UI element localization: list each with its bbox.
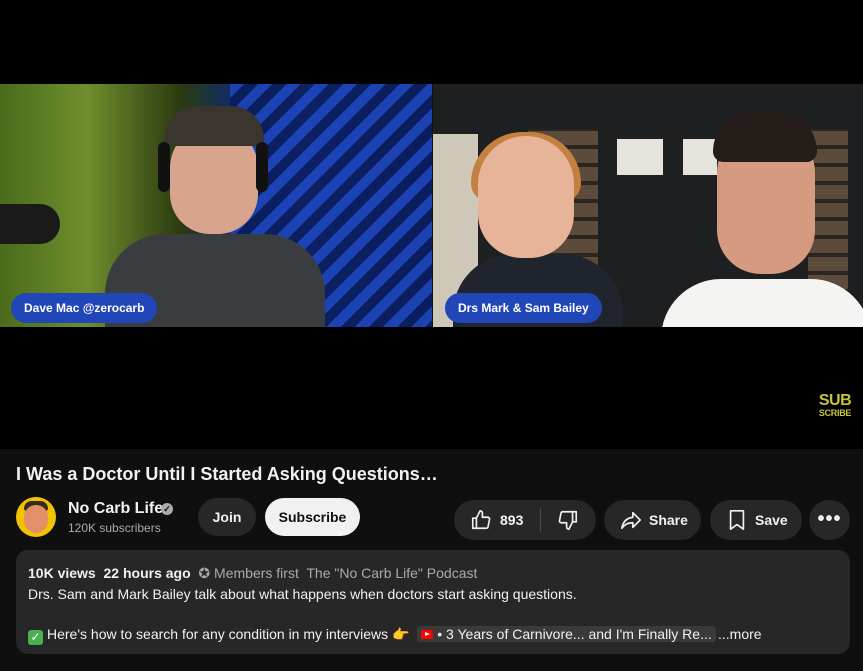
description-text-line2: ✓ Here's how to search for any condition …	[28, 626, 716, 645]
headphone-right	[256, 142, 268, 192]
wall-frame	[617, 139, 663, 175]
like-count: 893	[500, 512, 524, 528]
watermark-line1: SUB	[818, 392, 852, 409]
description-text: Drs. Sam and Mark Bailey talk about what…	[28, 586, 577, 602]
headphone-left	[158, 142, 170, 192]
video-pane-left: Dave Mac @zerocarb	[0, 84, 432, 327]
video-player[interactable]: Dave Mac @zerocarb Drs Mark & Sam Bailey…	[0, 0, 863, 449]
avatar-face	[24, 505, 48, 533]
thumbs-up-icon	[471, 510, 491, 530]
name-tag-right: Drs Mark & Sam Bailey	[445, 293, 602, 323]
save-button[interactable]: Save	[710, 500, 802, 540]
like-button[interactable]: 893	[454, 500, 540, 540]
like-dislike-group: 893	[454, 500, 596, 540]
bookmark-icon	[729, 510, 745, 530]
playlist-link[interactable]: The "No Carb Life" Podcast	[306, 565, 477, 581]
microphone	[0, 204, 60, 244]
verified-icon: ✓	[161, 503, 173, 515]
join-button[interactable]: Join	[198, 498, 256, 536]
youtube-icon	[421, 630, 434, 639]
video-title: I Was a Doctor Until I Started Asking Qu…	[16, 464, 438, 484]
description-search-tip: Here's how to search for any condition i…	[47, 626, 410, 642]
dislike-button[interactable]	[541, 500, 596, 540]
thumbs-down-icon	[558, 510, 578, 530]
view-count: 10K views	[28, 565, 96, 581]
video-pane-right: Drs Mark & Sam Bailey	[433, 84, 863, 327]
person-hat	[164, 106, 264, 146]
save-label: Save	[755, 512, 788, 528]
person-head	[478, 136, 574, 258]
linked-video-chip[interactable]: • 3 Years of Carnivore... and I'm Finall…	[417, 626, 716, 642]
share-label: Share	[649, 512, 688, 528]
person-hair	[713, 112, 817, 162]
share-button[interactable]: Share	[604, 500, 701, 540]
channel-avatar[interactable]	[16, 497, 56, 537]
person-body	[661, 279, 863, 327]
subscribe-button[interactable]: Subscribe	[265, 498, 360, 536]
members-first-badge: ✪ Members first	[198, 565, 299, 581]
watermark-line2: SCRIBE	[818, 408, 852, 418]
description-box[interactable]: 10K views 22 hours ago ✪ Members first T…	[16, 550, 850, 654]
more-horizontal-icon: •••	[817, 508, 842, 530]
video-frame[interactable]: Dave Mac @zerocarb Drs Mark & Sam Bailey	[0, 84, 863, 327]
show-more-link[interactable]: ...more	[718, 626, 762, 642]
checkmark-icon: ✓	[28, 630, 43, 645]
share-icon	[621, 511, 641, 530]
name-tag-left: Dave Mac @zerocarb	[11, 293, 158, 323]
more-actions-button[interactable]: •••	[809, 500, 850, 540]
channel-name[interactable]: No Carb Life	[68, 500, 163, 518]
subscribe-watermark[interactable]: SUB SCRIBE	[817, 393, 853, 418]
subscriber-count: 120K subscribers	[68, 521, 161, 535]
upload-age: 22 hours ago	[103, 565, 191, 581]
linked-video-title: • 3 Years of Carnivore... and I'm Finall…	[437, 626, 712, 642]
description-meta: 10K views 22 hours ago ✪ Members first T…	[28, 565, 477, 582]
wall-frame	[683, 139, 717, 175]
